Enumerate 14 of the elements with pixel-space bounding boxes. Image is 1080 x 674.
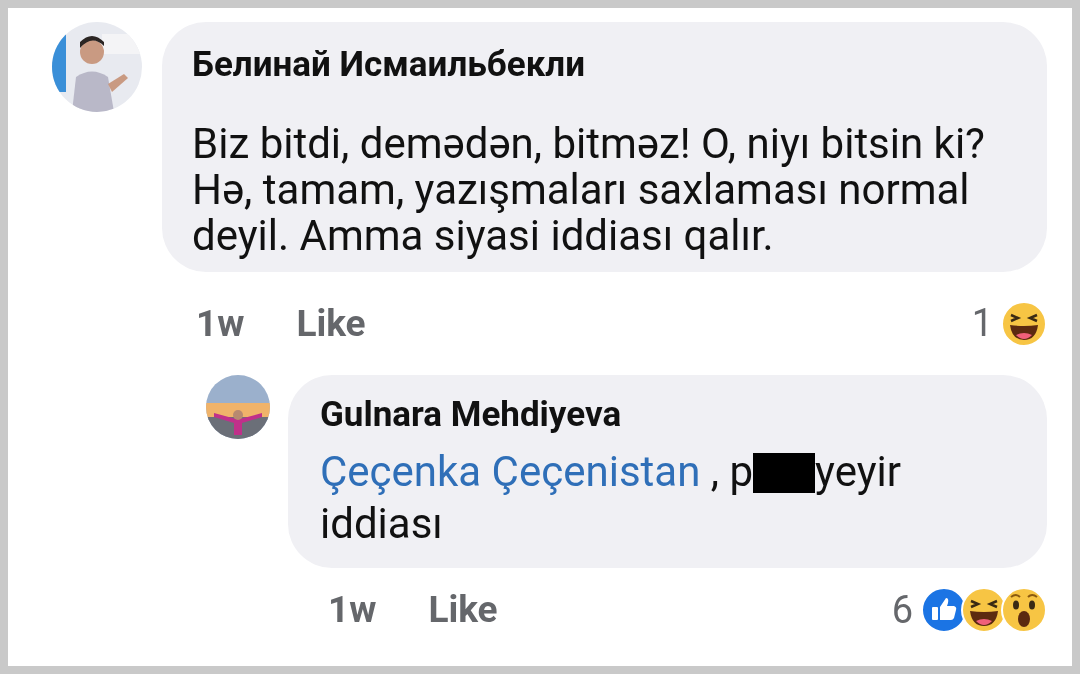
timestamp[interactable]: 1w: [328, 582, 377, 638]
reaction-count: 6: [891, 586, 913, 634]
comment-text: Çeçenka Çeçenistan , p yeyir iddiası: [320, 446, 902, 550]
surprised-emoji-icon: [1001, 587, 1047, 633]
timestamp[interactable]: 1w: [196, 295, 245, 352]
author-name[interactable]: Gulnara Mehdiyeva: [320, 393, 1023, 437]
author-name[interactable]: Белинай Исмаильбекли: [192, 43, 1023, 87]
like-button[interactable]: Like: [428, 582, 498, 638]
mention-link[interactable]: Çeçenka Çeçenistan: [320, 447, 701, 496]
comment-text: Biz bitdi, demədən, bitməz! O, niyı bitsin ki? Hə, tamam, yazışmaları saxlaması normal deyil. Amma siyasi iddiası qalır.: [192, 121, 986, 259]
reaction-count: 1: [971, 300, 993, 347]
laughing-emoji-icon: [1001, 300, 1047, 347]
like-button[interactable]: Like: [296, 295, 366, 352]
redaction-bar: [753, 453, 816, 493]
